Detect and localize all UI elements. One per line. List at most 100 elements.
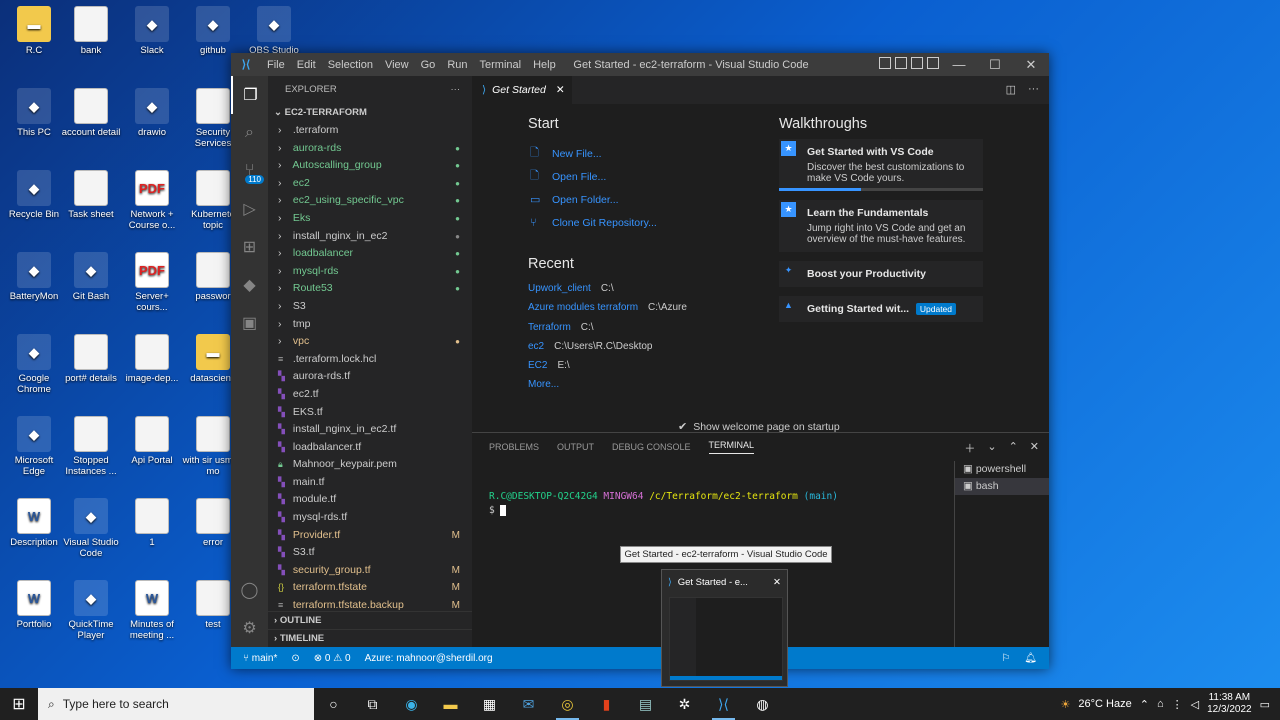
maximize-button[interactable]: ☐: [977, 53, 1013, 76]
more-actions-icon[interactable]: ···: [451, 76, 461, 104]
menu-help[interactable]: Help: [527, 59, 562, 71]
terminal-output[interactable]: R.C@DESKTOP-Q2C42G4 MINGW64 /c/Terraform…: [489, 490, 838, 518]
notification-center-icon[interactable]: ▭: [1260, 698, 1270, 711]
menu-edit[interactable]: Edit: [291, 59, 322, 71]
feedback-icon[interactable]: ⚐: [1001, 653, 1010, 664]
slack-icon[interactable]: ✲: [665, 688, 704, 720]
settings-gear-icon[interactable]: ⚙: [231, 609, 268, 647]
timeline-section[interactable]: › TIMELINE: [268, 629, 472, 647]
vscode-taskbar-icon[interactable]: ⟩⟨: [704, 688, 743, 720]
cortana-icon[interactable]: ○: [314, 688, 353, 720]
tree-file[interactable]: ▚ Provider.tf M: [268, 527, 472, 545]
taskbar-search[interactable]: ⌕ Type here to search: [38, 688, 314, 720]
recent-item[interactable]: Azure modules terraform C:\Azure: [528, 298, 687, 317]
terraform-icon[interactable]: ◆: [231, 266, 268, 304]
desktop-icon[interactable]: ◆ Slack: [121, 6, 183, 56]
customize-layout-icon[interactable]: [927, 57, 939, 69]
clone-repo-link[interactable]: ⑂ Clone Git Repository...: [528, 211, 657, 234]
task-view-icon[interactable]: ⧉: [353, 688, 392, 720]
recent-item[interactable]: ec2 C:\Users\R.C\Desktop: [528, 337, 687, 356]
tree-folder[interactable]: › Autoscalling_group ●: [268, 157, 472, 175]
desktop-icon[interactable]: PDF Server+ cours...: [121, 252, 183, 313]
run-debug-icon[interactable]: ▷: [231, 190, 268, 228]
thumbnail-close-icon[interactable]: ✕: [773, 577, 781, 588]
desktop-icon[interactable]: W Description: [3, 498, 65, 548]
desktop-icon[interactable]: ◆ QuickTime Player: [60, 580, 122, 641]
menu-view[interactable]: View: [379, 59, 415, 71]
docker-icon[interactable]: ▣: [231, 304, 268, 342]
desktop-icon[interactable]: Task sheet: [60, 170, 122, 220]
tree-file[interactable]: ▚ aurora-rds.tf: [268, 368, 472, 386]
tree-folder[interactable]: › install_nginx_in_ec2 ●: [268, 228, 472, 246]
tab-get-started[interactable]: ⟩ Get Started ✕: [472, 76, 572, 104]
desktop-icon[interactable]: 1: [121, 498, 183, 548]
terminal-dropdown-icon[interactable]: ⌄: [987, 440, 996, 456]
walkthrough-card-get-started[interactable]: ★ Get Started with VS Code Discover the …: [779, 139, 983, 191]
desktop-icon[interactable]: ◆ Google Chrome: [3, 334, 65, 395]
network-icon[interactable]: ⌂: [1157, 698, 1164, 710]
chrome-icon[interactable]: ◎: [548, 688, 587, 720]
menu-file[interactable]: File: [261, 59, 291, 71]
menu-terminal[interactable]: Terminal: [474, 59, 528, 71]
toggle-sidebar-icon[interactable]: [879, 57, 891, 69]
extensions-icon[interactable]: ⊞: [231, 228, 268, 266]
tree-file[interactable]: ▚ S3.tf: [268, 544, 472, 562]
sync-icon[interactable]: ⊙: [291, 653, 299, 664]
desktop-icon[interactable]: Api Portal: [121, 416, 183, 466]
outline-section[interactable]: › OUTLINE: [268, 611, 472, 629]
minimize-button[interactable]: —: [941, 53, 977, 76]
new-file-link[interactable]: 🗋 New File...: [528, 142, 657, 165]
tree-folder[interactable]: › ec2 ●: [268, 175, 472, 193]
desktop-icon[interactable]: account detail: [60, 88, 122, 138]
desktop-icon[interactable]: image-dep...: [121, 334, 183, 384]
obs-icon[interactable]: ◍: [743, 688, 782, 720]
tree-folder[interactable]: › tmp: [268, 316, 472, 334]
tree-file[interactable]: ▚ main.tf: [268, 474, 472, 492]
desktop-icon[interactable]: PDF Network + Course o...: [121, 170, 183, 231]
terminal-item-powershell[interactable]: ▣ powershell: [955, 461, 1049, 478]
desktop-icon[interactable]: ◆ drawio: [121, 88, 183, 138]
tree-folder[interactable]: › .terraform: [268, 122, 472, 140]
branch-status[interactable]: ⑂ main*: [243, 653, 277, 664]
tree-folder[interactable]: › loadbalancer ●: [268, 245, 472, 263]
terminal-item-bash[interactable]: ▣ bash: [955, 478, 1049, 495]
tab-close-icon[interactable]: ✕: [556, 84, 565, 96]
tab-debug-console[interactable]: DEBUG CONSOLE: [612, 442, 691, 452]
split-editor-icon[interactable]: ◫: [1006, 83, 1016, 96]
volume-icon[interactable]: ◁: [1191, 698, 1199, 711]
menu-selection[interactable]: Selection: [322, 59, 379, 71]
azure-account-status[interactable]: Azure: mahnoor@sherdil.org: [365, 653, 493, 664]
desktop-icon[interactable]: bank: [60, 6, 122, 56]
toggle-panel-icon[interactable]: [895, 57, 907, 69]
maximize-panel-icon[interactable]: ⌃: [1009, 440, 1018, 456]
walkthrough-card-getting-started-ext[interactable]: ▲ Getting Started wit... Updated: [779, 296, 983, 322]
notifications-bell-icon[interactable]: 🔔︎: [1024, 653, 1037, 664]
recent-item[interactable]: EC2 E:\: [528, 356, 687, 375]
toggle-secondary-sidebar-icon[interactable]: [911, 57, 923, 69]
tree-folder[interactable]: › ec2_using_specific_vpc ●: [268, 192, 472, 210]
problems-status[interactable]: ⊗ 0 ⚠ 0: [314, 653, 351, 664]
tree-file[interactable]: ▚ module.tf: [268, 491, 472, 509]
desktop-icon[interactable]: ◆ OBS Studio: [243, 6, 305, 56]
menu-go[interactable]: Go: [415, 59, 442, 71]
desktop-icon[interactable]: ◆ Visual Studio Code: [60, 498, 122, 559]
office-icon[interactable]: ▮: [587, 688, 626, 720]
tree-file[interactable]: 🔒︎ Mahnoor_keypair.pem: [268, 456, 472, 474]
more-recent-link[interactable]: More...: [528, 375, 687, 394]
tree-file[interactable]: ▚ install_nginx_in_ec2.tf: [268, 421, 472, 439]
notepad-icon[interactable]: ▤: [626, 688, 665, 720]
edge-icon[interactable]: ◉: [392, 688, 431, 720]
tree-file[interactable]: ▚ EKS.tf: [268, 404, 472, 422]
desktop-icon[interactable]: port# details: [60, 334, 122, 384]
desktop-icon[interactable]: ▬ R.C: [3, 6, 65, 56]
mic-icon[interactable]: ⋮: [1172, 698, 1183, 711]
desktop-icon[interactable]: W Portfolio: [3, 580, 65, 630]
store-icon[interactable]: ▦: [470, 688, 509, 720]
editor-more-icon[interactable]: ···: [1028, 83, 1039, 96]
close-window-button[interactable]: ✕: [1013, 53, 1049, 76]
tab-output[interactable]: OUTPUT: [557, 442, 594, 452]
tree-file[interactable]: ▚ security_group.tf M: [268, 562, 472, 580]
mail-icon[interactable]: ✉: [509, 688, 548, 720]
desktop-icon[interactable]: ◆ Recycle Bin: [3, 170, 65, 220]
account-icon[interactable]: ◯: [231, 571, 268, 609]
